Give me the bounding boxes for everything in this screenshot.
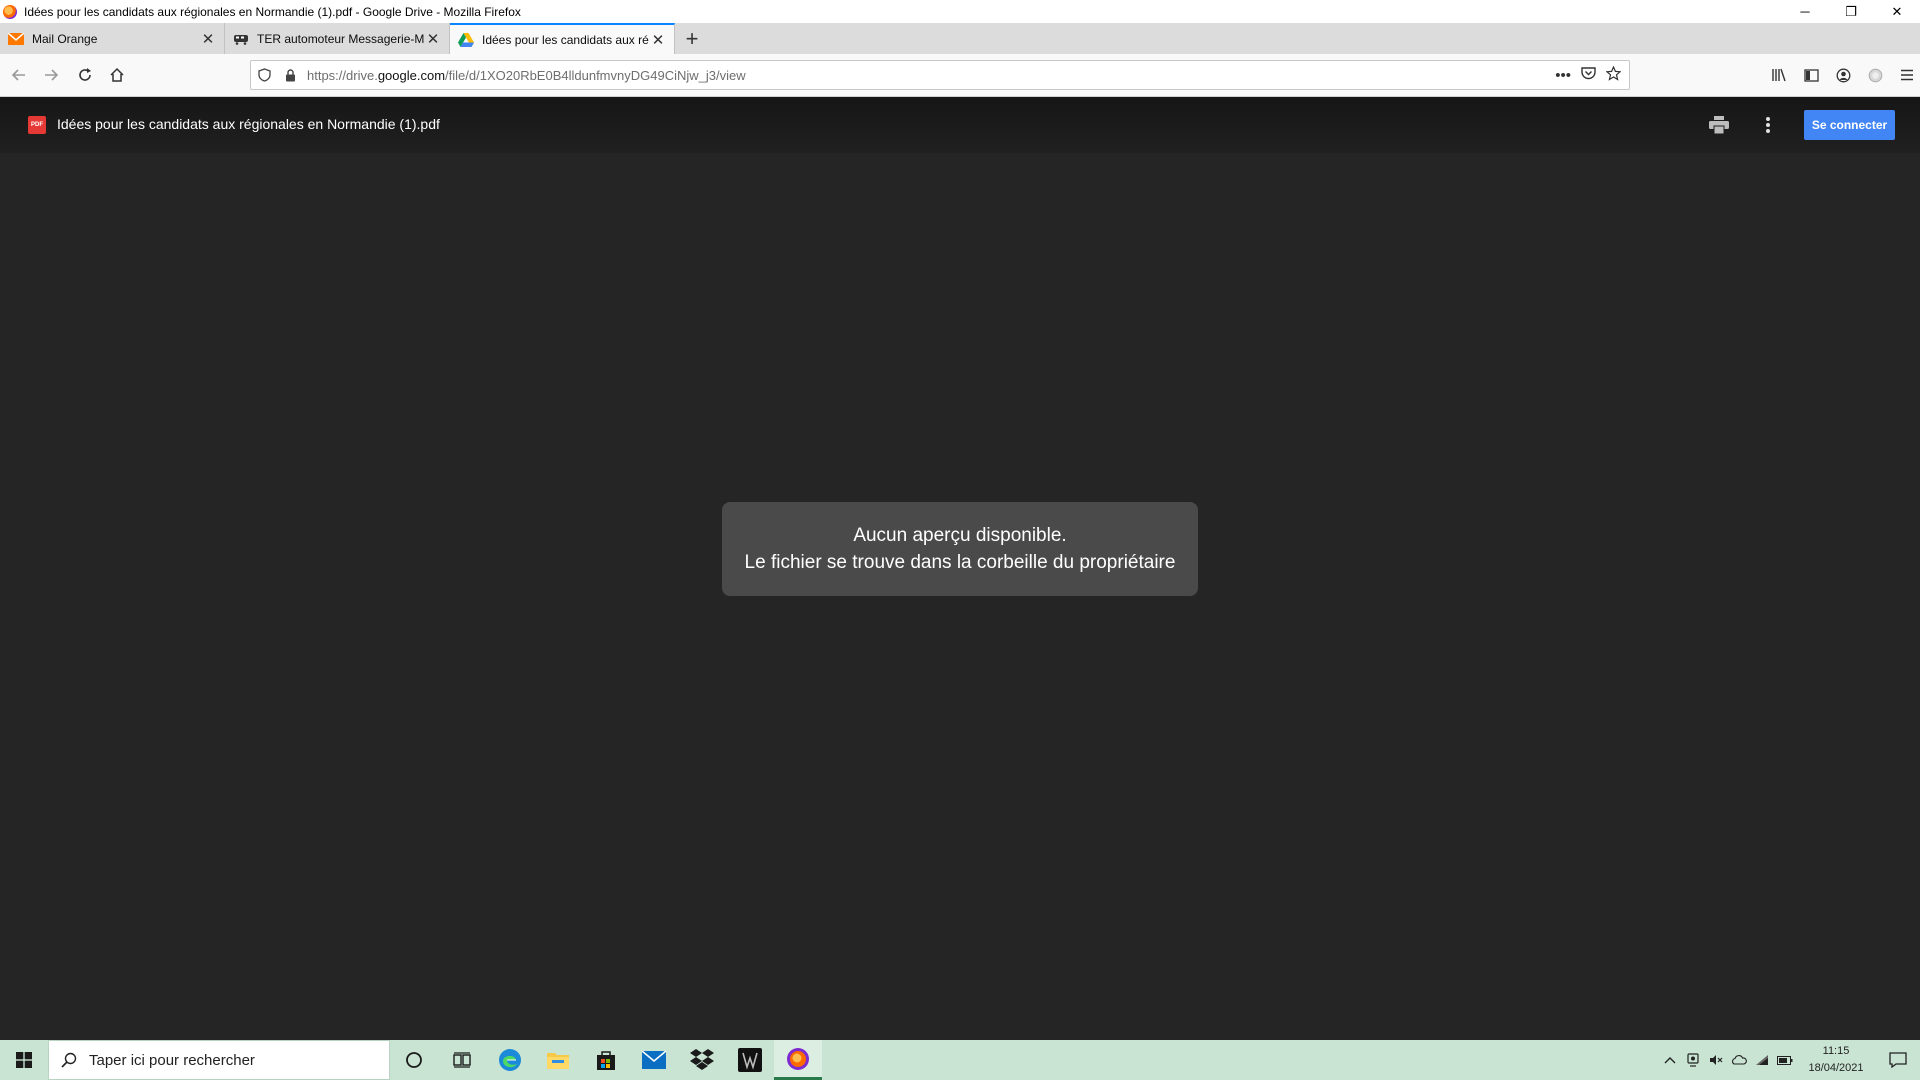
extension-icon[interactable] <box>1862 62 1888 88</box>
printer-icon <box>1709 116 1729 134</box>
train-icon <box>233 31 249 47</box>
sidebar-icon[interactable] <box>1798 62 1824 88</box>
search-placeholder: Taper ici pour rechercher <box>89 1051 255 1069</box>
url-text[interactable]: https://drive.google.com/file/d/1XO20RbE… <box>307 68 746 83</box>
window-title: Idées pour les candidats aux régionales … <box>24 4 521 19</box>
google-drive-icon <box>458 32 474 48</box>
taskbar-search-box[interactable]: Taper ici pour rechercher <box>48 1040 390 1080</box>
home-icon <box>110 67 124 82</box>
mail-icon <box>642 1051 666 1069</box>
cortana-button[interactable] <box>390 1040 438 1080</box>
tab-label: TER automoteur Messagerie-M <box>257 31 425 46</box>
url-actions: ••• <box>1555 61 1622 89</box>
reload-icon <box>79 68 91 81</box>
toolbar-right <box>1766 62 1920 88</box>
taskbar: Taper ici pour rechercher 11:15 18/04/20… <box>0 1040 1920 1080</box>
trash-notice-line: Le fichier se trouve dans la corbeille d… <box>744 552 1176 573</box>
page-actions-icon[interactable]: ••• <box>1555 67 1571 84</box>
url-bar[interactable]: https://drive.google.com/file/d/1XO20RbE… <box>250 60 1630 90</box>
tab-close-button[interactable]: ✕ <box>650 31 666 49</box>
reload-button[interactable] <box>72 62 98 88</box>
back-button[interactable] <box>6 62 32 88</box>
tab-strip: Mail Orange ✕ TER automoteur Messagerie-… <box>0 23 1920 54</box>
chevron-up-icon[interactable] <box>1658 1040 1681 1080</box>
arrow-right-icon <box>45 69 59 81</box>
forward-button[interactable] <box>38 62 64 88</box>
pocket-icon[interactable] <box>1581 66 1596 84</box>
drive-viewer-header: PDF Idées pour les candidats aux régiona… <box>0 97 1920 153</box>
envelope-icon <box>8 31 24 47</box>
close-window-button[interactable]: ✕ <box>1874 0 1920 23</box>
notification-center-button[interactable] <box>1876 1040 1920 1080</box>
restore-button[interactable]: ❐ <box>1828 0 1874 23</box>
store-bag-icon <box>597 1051 615 1070</box>
firefox-icon <box>3 4 17 19</box>
clock-date: 18/04/2021 <box>1808 1062 1864 1074</box>
tab-label: Mail Orange <box>32 31 98 46</box>
print-button[interactable] <box>1706 112 1732 138</box>
taskbar-file-explorer[interactable] <box>534 1040 582 1080</box>
taskbar-firefox[interactable] <box>774 1040 822 1080</box>
start-button[interactable] <box>0 1040 48 1080</box>
camera-icon[interactable] <box>1681 1040 1704 1080</box>
volume-muted-icon[interactable] <box>1704 1040 1727 1080</box>
more-options-button[interactable] <box>1755 112 1781 138</box>
bookmark-star-icon[interactable] <box>1605 64 1622 85</box>
windows-logo-icon <box>16 1052 32 1068</box>
more-vert-icon <box>1766 117 1770 133</box>
tab-mail-orange[interactable]: Mail Orange ✕ <box>0 23 225 54</box>
notification-icon <box>1889 1052 1907 1068</box>
pdf-file-icon: PDF <box>28 116 46 134</box>
clock[interactable]: 11:15 18/04/2021 <box>1796 1043 1876 1077</box>
tab-idees-candidats[interactable]: Idées pour les candidats aux ré ✕ <box>450 23 675 54</box>
shield-icon[interactable] <box>251 68 277 82</box>
url-path: /file/d/1XO20RbE0B4lldunfmvnyDG49CiNjw_j… <box>445 67 746 83</box>
dropbox-icon <box>690 1049 714 1070</box>
home-button[interactable] <box>104 62 130 88</box>
search-icon <box>49 1052 89 1068</box>
document-viewer: Aucun aperçu disponible. Le fichier se t… <box>0 153 1920 1040</box>
library-icon[interactable] <box>1766 62 1792 88</box>
url-prefix: https://drive. <box>307 67 378 83</box>
battery-icon[interactable] <box>1773 1040 1796 1080</box>
tab-close-button[interactable]: ✕ <box>425 30 441 48</box>
hamburger-menu-icon[interactable] <box>1894 62 1920 88</box>
file-title: Idées pour les candidats aux régionales … <box>57 116 440 132</box>
nav-toolbar: https://drive.google.com/file/d/1XO20RbE… <box>0 54 1920 97</box>
taskbar-store[interactable] <box>582 1040 630 1080</box>
arrow-left-icon <box>11 69 25 81</box>
tab-close-button[interactable]: ✕ <box>200 30 216 48</box>
window-titlebar: Idées pour les candidats aux régionales … <box>0 0 1920 23</box>
tab-ter-automoteur[interactable]: TER automoteur Messagerie-M ✕ <box>225 23 450 54</box>
taskbar-mail[interactable] <box>630 1040 678 1080</box>
predator-logo-icon <box>738 1048 762 1072</box>
minimize-button[interactable]: ─ <box>1782 0 1828 23</box>
lock-icon[interactable] <box>277 68 303 82</box>
taskbar-predator-app[interactable] <box>726 1040 774 1080</box>
system-tray: 11:15 18/04/2021 <box>1658 1040 1920 1080</box>
clock-time: 11:15 <box>1822 1045 1850 1057</box>
taskbar-edge[interactable] <box>486 1040 534 1080</box>
cortana-circle-icon <box>406 1052 422 1068</box>
no-preview-message: Aucun aperçu disponible. Le fichier se t… <box>722 502 1198 596</box>
no-preview-line: Aucun aperçu disponible. <box>853 525 1067 546</box>
window-controls: ─ ❐ ✕ <box>1782 0 1920 23</box>
account-icon[interactable] <box>1830 62 1856 88</box>
onedrive-cloud-icon[interactable] <box>1727 1040 1750 1080</box>
folder-icon <box>547 1053 569 1069</box>
wifi-icon[interactable] <box>1750 1040 1773 1080</box>
tab-label: Idées pour les candidats aux ré <box>482 32 649 47</box>
url-domain: google.com <box>377 67 446 83</box>
sign-in-button[interactable]: Se connecter <box>1804 110 1895 140</box>
edge-icon <box>499 1049 521 1071</box>
firefox-icon <box>787 1047 809 1070</box>
task-view-icon <box>453 1052 471 1068</box>
new-tab-button[interactable]: + <box>675 23 709 54</box>
taskbar-dropbox[interactable] <box>678 1040 726 1080</box>
task-view-button[interactable] <box>438 1040 486 1080</box>
